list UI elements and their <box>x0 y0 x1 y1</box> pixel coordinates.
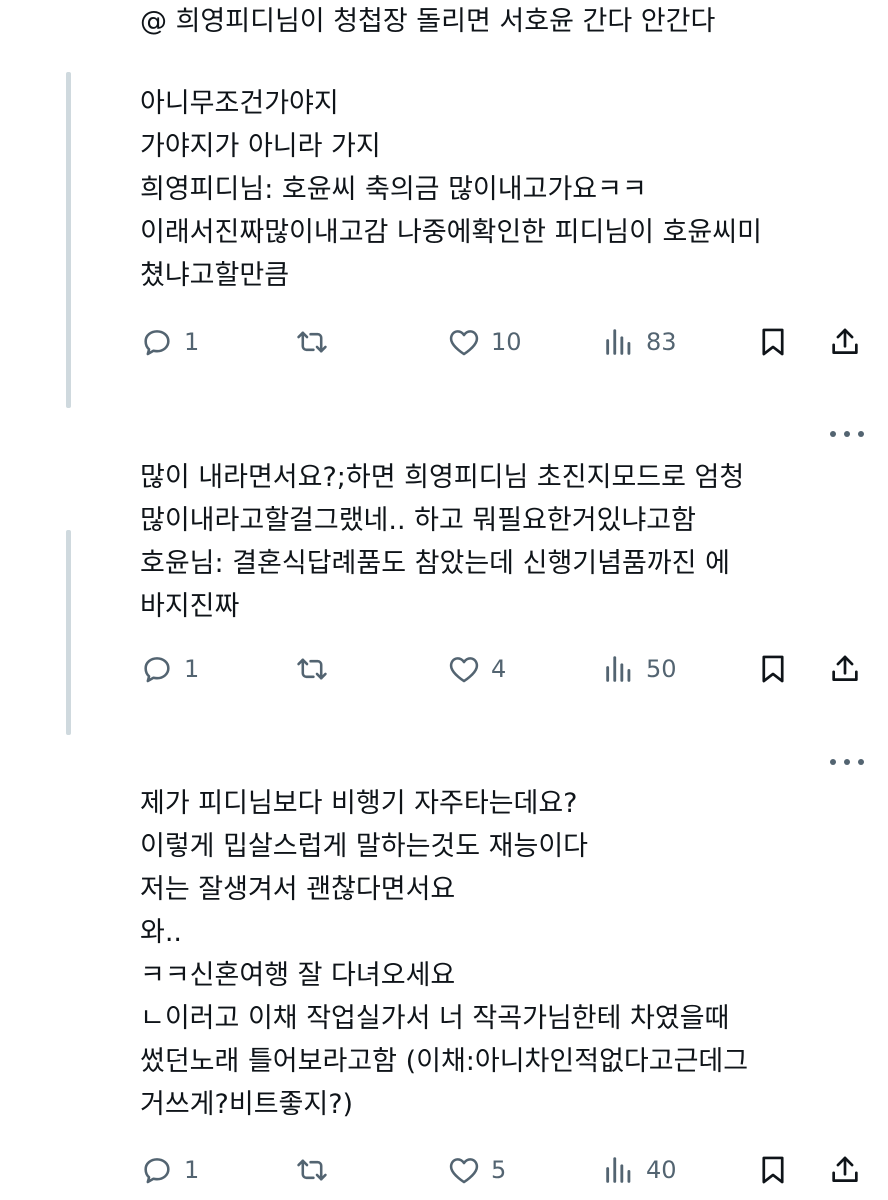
tweet-action-bar: 1 5 40 <box>140 1148 870 1192</box>
reply-button[interactable]: 1 <box>140 647 199 691</box>
quoted-tweet-text: @ 희영피디님이 청첩장 돌리면 서호윤 간다 안간다 <box>140 6 716 37</box>
tweet-action-bar: 1 10 83 <box>140 320 870 364</box>
tweet-line: 거쓰게?비트좋지?) <box>140 1089 354 1120</box>
reply-count: 1 <box>184 655 200 683</box>
like-button[interactable]: 5 <box>447 1148 506 1192</box>
tweet-line: 많이 내라면서요?;하면 희영피디님 초진지모드로 엄청 <box>140 462 745 493</box>
thread-line <box>66 72 71 408</box>
bookmark-icon <box>762 1156 784 1184</box>
retweet-button[interactable] <box>295 647 329 691</box>
thread-line <box>66 530 71 735</box>
bookmark-button[interactable] <box>756 320 790 364</box>
heart-icon <box>449 657 479 683</box>
view-count: 50 <box>646 655 677 683</box>
share-button[interactable] <box>828 320 862 364</box>
more-dots-icon <box>844 431 850 437</box>
reply-bubble-icon <box>144 330 170 356</box>
tweet-text: 아니무조건가야지 가야지가 아니라 가지 희영피디님: 호윤씨 축의금 많이내고… <box>140 82 860 297</box>
views-button[interactable]: 50 <box>602 647 677 691</box>
bookmark-icon <box>762 655 784 683</box>
tweet-line: 저는 잘생겨서 괜찮다면서요 <box>140 874 456 905</box>
tweet-line: ㄴ이러고 이채 작업실가서 너 작곡가님한테 차였을때 <box>140 1003 730 1034</box>
tweet-line: 아니무조건가야지 <box>140 88 339 119</box>
tweet-action-bar: 1 4 50 <box>140 647 870 691</box>
tweet-line: 이래서진짜많이내고감 나중에확인한 피디님이 호윤씨미 <box>140 217 762 248</box>
more-options-button[interactable] <box>830 424 864 444</box>
reply-bubble-icon <box>144 1158 170 1184</box>
share-icon <box>832 1156 858 1182</box>
heart-icon <box>449 330 479 356</box>
views-bar-chart-icon <box>606 329 631 355</box>
share-button[interactable] <box>828 1148 862 1192</box>
retweet-icon <box>297 1159 327 1181</box>
views-bar-chart-icon <box>606 1157 631 1183</box>
more-dots-icon <box>830 759 836 765</box>
tweet-line: 쳤냐고할만큼 <box>140 260 290 291</box>
reply-bubble-icon <box>144 657 170 683</box>
tweet-line: 희영피디님: 호윤씨 축의금 많이내고가요ㅋㅋ <box>140 174 647 205</box>
retweet-button[interactable] <box>295 320 329 364</box>
like-button[interactable]: 10 <box>447 320 522 364</box>
views-button[interactable]: 40 <box>602 1148 677 1192</box>
share-button[interactable] <box>828 647 862 691</box>
bookmark-icon <box>762 328 784 356</box>
share-icon <box>832 655 858 681</box>
reply-count: 1 <box>184 328 200 356</box>
tweet-line: 이렇게 밉살스럽게 말하는것도 재능이다 <box>140 831 589 862</box>
tweet-line: 많이내라고할걸그랬네.. 하고 뭐필요한거있냐고함 <box>140 505 696 536</box>
bookmark-button[interactable] <box>756 1148 790 1192</box>
tweet-line: 썼던노래 틀어보라고함 (이채:아니차인적없다고근데그 <box>140 1046 749 1077</box>
retweet-icon <box>297 658 327 680</box>
reply-button[interactable]: 1 <box>140 1148 199 1192</box>
like-button[interactable]: 4 <box>447 647 506 691</box>
more-dots-icon <box>858 759 864 765</box>
share-icon <box>832 328 858 354</box>
retweet-button[interactable] <box>295 1148 329 1192</box>
tweet-line: 바지진짜 <box>140 591 240 622</box>
tweet-text: 제가 피디님보다 비행기 자주타는데요? 이렇게 밉살스럽게 말하는것도 재능이… <box>140 782 860 1126</box>
tweet-line: 제가 피디님보다 비행기 자주타는데요? <box>140 788 578 819</box>
reply-count: 1 <box>184 1156 200 1184</box>
more-dots-icon <box>858 431 864 437</box>
view-count: 83 <box>646 328 677 356</box>
tweet-line: 와.. <box>140 917 183 948</box>
view-count: 40 <box>646 1156 677 1184</box>
bookmark-button[interactable] <box>756 647 790 691</box>
tweet-text: 많이 내라면서요?;하면 희영피디님 초진지모드로 엄청 많이내라고할걸그랬네.… <box>140 456 860 628</box>
tweet-line: 호윤님: 결혼식답례품도 참았는데 신행기념품까진 에 <box>140 548 730 579</box>
retweet-icon <box>297 331 327 353</box>
tweet-line: ㅋㅋ신혼여행 잘 다녀오세요 <box>140 960 456 991</box>
like-count: 5 <box>491 1156 507 1184</box>
views-bar-chart-icon <box>606 656 631 682</box>
tweet-line: 가야지가 아니라 가지 <box>140 131 381 162</box>
views-button[interactable]: 83 <box>602 320 677 364</box>
more-dots-icon <box>844 759 850 765</box>
more-dots-icon <box>830 431 836 437</box>
more-options-button[interactable] <box>830 752 864 772</box>
like-count: 4 <box>491 655 507 683</box>
reply-button[interactable]: 1 <box>140 320 199 364</box>
heart-icon <box>449 1158 479 1184</box>
like-count: 10 <box>491 328 522 356</box>
